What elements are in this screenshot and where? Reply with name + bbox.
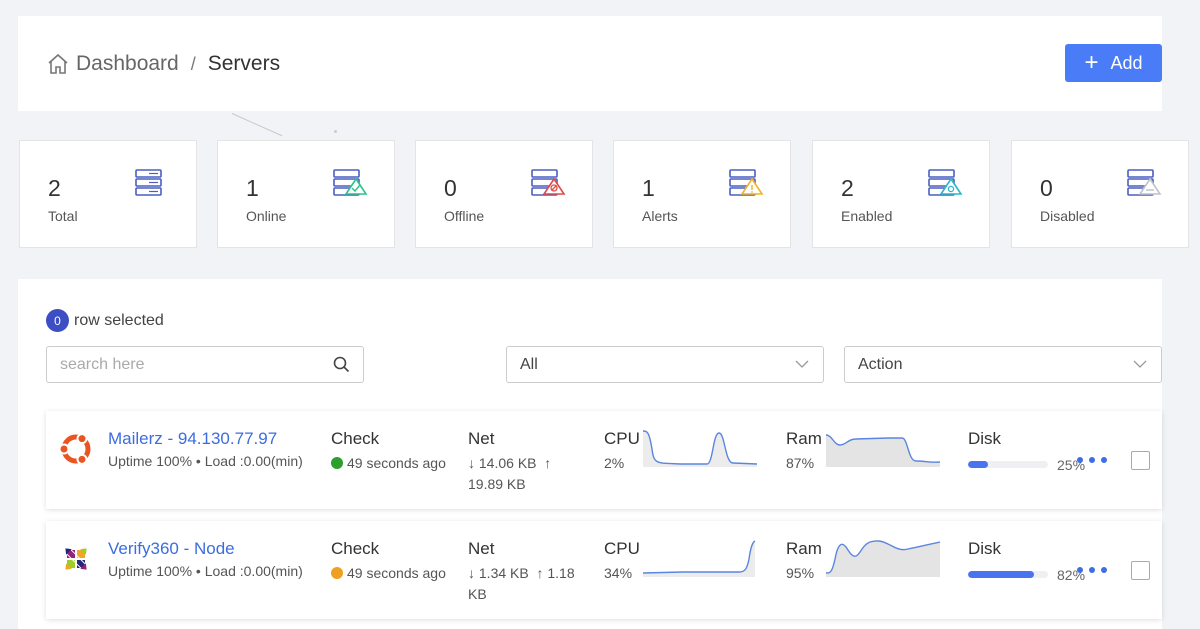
stat-label: Offline [444,208,485,224]
row-checkbox[interactable] [1131,561,1150,580]
net-value: ↓ 1.34 KB ↑ 1.18 KB [468,563,575,605]
selection-status: 0 row selected [46,309,164,332]
stat-label: Online [246,208,287,224]
status-filter-value: All [520,355,538,373]
disk-progress-fill [968,461,988,468]
stat-label: Total [48,208,78,224]
server-online-icon [333,169,368,196]
status-filter-select[interactable]: All [506,346,824,383]
stat-label: Enabled [841,208,893,224]
net-down: ↓ 14.06 KB [468,455,537,471]
check-value: 49 seconds ago [331,453,446,474]
add-button-label: Add [1110,52,1143,73]
chevron-down-icon [1133,360,1147,368]
search-box [46,346,364,383]
cpu-sparkline [643,430,757,467]
stat-value: 0 [1040,175,1053,201]
breadcrumb-separator: / [190,53,196,74]
cpu-header: CPU [604,539,640,558]
ram-value: 95% [786,565,815,581]
check-header: Check [331,539,380,558]
server-row[interactable]: Mailerz - 94.130.77.97 Uptime 100% • Loa… [46,411,1162,509]
disk-progress-bar [968,571,1048,578]
stat-card-online[interactable]: 1 Online [217,140,395,248]
action-select-value: Action [858,355,903,373]
breadcrumb-dashboard[interactable]: Dashboard [76,52,179,76]
check-value: 49 seconds ago [331,563,446,584]
more-options-icon[interactable] [1077,457,1107,463]
net-up: ↑ [544,455,552,471]
breadcrumb: Dashboard / Servers [46,52,280,76]
stat-card-offline[interactable]: 0 Offline [415,140,593,248]
cpu-value: 2% [604,455,625,471]
page-title: Servers [207,52,281,75]
stat-label: Alerts [642,208,678,224]
servers-panel: 0 row selected All Action Mailerz - 94.1… [18,279,1162,629]
stat-value: 0 [444,175,457,201]
cpu-header: CPU [604,429,640,448]
net-up: ↑ 1.18 [536,565,575,581]
stat-card-alerts[interactable]: 1 Alerts [613,140,791,248]
chevron-down-icon [795,360,809,368]
disk-header: Disk [968,429,1002,448]
check-time: 49 seconds ago [347,565,446,581]
more-options-icon[interactable] [1077,567,1107,573]
server-stack-icon [135,169,162,196]
stat-value: 2 [48,175,61,201]
server-uptime: Uptime 100% • Load :0.00(min) [108,563,303,579]
net-value: ↓ 14.06 KB ↑ 19.89 KB [468,453,551,495]
check-header: Check [331,429,380,448]
centos-logo-icon [62,545,90,573]
disk-header: Disk [968,539,1002,558]
status-dot [331,567,343,579]
server-name-link[interactable]: Verify360 - Node [108,539,235,559]
stat-value: 2 [841,175,854,201]
status-dot [331,457,343,469]
disk-progress-fill [968,571,1034,578]
decorative-line [231,113,283,137]
stat-label: Disabled [1040,208,1095,224]
ram-header: Ram [786,539,822,558]
selected-count-badge: 0 [46,309,69,332]
stat-card-disabled[interactable]: 0 Disabled [1011,140,1189,248]
add-button[interactable]: + Add [1065,44,1162,82]
ram-sparkline [826,434,940,467]
net-up-value: 19.89 KB [468,476,526,492]
cpu-value: 34% [604,565,633,581]
ram-value: 87% [786,455,815,471]
decorative-dot [334,130,337,133]
stat-card-enabled[interactable]: 2 Enabled [812,140,990,248]
net-up-value: KB [468,586,487,602]
search-input[interactable] [47,347,317,382]
check-time: 49 seconds ago [347,455,446,471]
net-header: Net [468,539,495,558]
server-name-link[interactable]: Mailerz - 94.130.77.97 [108,429,277,449]
net-header: Net [468,429,495,448]
server-enabled-icon [928,169,963,196]
server-alert-icon [729,169,764,196]
plus-icon: + [1084,49,1099,76]
server-offline-icon [531,169,566,196]
stat-value: 1 [246,175,259,201]
stat-card-total[interactable]: 2 Total [19,140,197,248]
row-checkbox[interactable] [1131,451,1150,470]
ubuntu-logo-icon [58,433,91,465]
home-icon[interactable] [46,52,70,76]
net-down: ↓ 1.34 KB [468,565,529,581]
ram-header: Ram [786,429,822,448]
ram-sparkline [826,540,940,577]
search-icon[interactable] [333,356,350,373]
action-select[interactable]: Action [844,346,1162,383]
stat-value: 1 [642,175,655,201]
page-header: Dashboard / Servers + Add [18,16,1162,111]
cpu-sparkline [643,540,756,577]
server-uptime: Uptime 100% • Load :0.00(min) [108,453,303,469]
selection-label: row selected [74,311,164,329]
server-disabled-icon [1127,169,1162,196]
disk-progress-bar [968,461,1048,468]
server-row[interactable]: Verify360 - Node Uptime 100% • Load :0.0… [46,521,1162,619]
